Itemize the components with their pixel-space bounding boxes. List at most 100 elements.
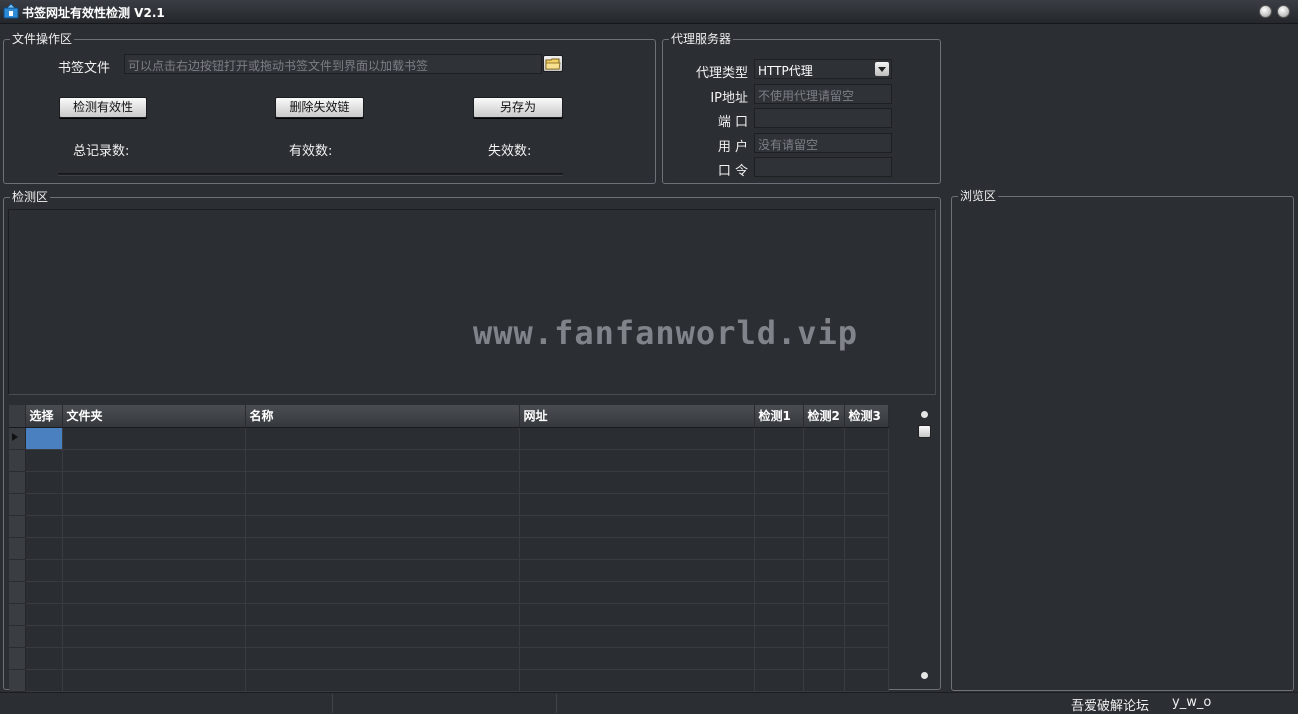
table-cell[interactable] <box>844 471 889 494</box>
title-bar[interactable]: 书签网址有效性检测 V2.1 <box>0 0 1298 24</box>
table-cell[interactable] <box>245 427 520 450</box>
ip-address-input[interactable]: 不使用代理请留空 <box>754 84 892 104</box>
table-row[interactable] <box>9 471 889 494</box>
scroll-down-icon[interactable] <box>921 672 928 679</box>
row-header[interactable] <box>9 559 26 582</box>
table-cell[interactable] <box>519 669 755 692</box>
table-cell[interactable] <box>844 603 889 626</box>
column-header-folder[interactable]: 文件夹 <box>62 405 246 428</box>
table-cell[interactable] <box>245 603 520 626</box>
table-row[interactable] <box>9 427 889 450</box>
row-header[interactable] <box>9 493 26 516</box>
table-cell[interactable] <box>519 647 755 670</box>
table-row[interactable] <box>9 669 889 692</box>
table-cell[interactable] <box>245 581 520 604</box>
table-cell[interactable] <box>844 493 889 516</box>
table-row[interactable] <box>9 449 889 472</box>
table-cell[interactable] <box>62 581 246 604</box>
table-cell[interactable] <box>25 471 63 494</box>
table-cell[interactable] <box>25 647 63 670</box>
table-cell[interactable] <box>844 537 889 560</box>
column-header-url[interactable]: 网址 <box>519 405 755 428</box>
user-input[interactable]: 没有请留空 <box>754 133 892 153</box>
table-cell[interactable] <box>245 537 520 560</box>
column-header-name[interactable]: 名称 <box>245 405 520 428</box>
table-cell[interactable] <box>844 515 889 538</box>
table-cell[interactable] <box>754 669 804 692</box>
table-row[interactable] <box>9 537 889 560</box>
minimize-button[interactable] <box>1259 5 1272 18</box>
row-header[interactable] <box>9 647 26 670</box>
table-cell[interactable] <box>245 493 520 516</box>
table-cell[interactable] <box>844 559 889 582</box>
table-cell[interactable] <box>519 559 755 582</box>
close-button[interactable] <box>1277 5 1290 18</box>
table-cell[interactable] <box>62 493 246 516</box>
table-cell[interactable] <box>25 515 63 538</box>
table-cell[interactable] <box>844 427 889 450</box>
table-cell[interactable] <box>25 669 63 692</box>
table-cell[interactable] <box>844 449 889 472</box>
table-cell[interactable] <box>519 625 755 648</box>
proxy-type-select[interactable]: HTTP代理 <box>754 59 892 79</box>
table-cell[interactable] <box>25 559 63 582</box>
results-table[interactable]: 选择 文件夹 名称 网址 检测1 检测2 检测3 <box>9 405 889 692</box>
table-cell[interactable] <box>25 537 63 560</box>
table-row[interactable] <box>9 559 889 582</box>
table-row[interactable] <box>9 603 889 626</box>
table-cell[interactable] <box>803 669 845 692</box>
password-input[interactable] <box>754 157 892 177</box>
scroll-thumb[interactable] <box>918 425 931 438</box>
table-cell[interactable] <box>245 669 520 692</box>
table-cell[interactable] <box>62 449 246 472</box>
table-cell[interactable] <box>754 537 804 560</box>
table-cell[interactable] <box>754 493 804 516</box>
table-cell[interactable] <box>25 603 63 626</box>
table-cell[interactable] <box>245 449 520 472</box>
table-cell[interactable] <box>754 427 804 450</box>
table-row[interactable] <box>9 493 889 516</box>
column-header-check3[interactable]: 检测3 <box>844 405 889 428</box>
table-cell[interactable] <box>62 669 246 692</box>
table-cell[interactable] <box>519 603 755 626</box>
row-header[interactable] <box>9 515 26 538</box>
table-cell[interactable] <box>803 625 845 648</box>
table-cell[interactable] <box>803 559 845 582</box>
table-cell[interactable] <box>519 515 755 538</box>
table-cell[interactable] <box>25 625 63 648</box>
table-row[interactable] <box>9 515 889 538</box>
table-cell[interactable] <box>803 493 845 516</box>
table-cell[interactable] <box>519 427 755 450</box>
table-cell[interactable] <box>25 427 63 450</box>
table-cell[interactable] <box>803 647 845 670</box>
table-cell[interactable] <box>245 471 520 494</box>
table-cell[interactable] <box>519 537 755 560</box>
table-cell[interactable] <box>803 449 845 472</box>
table-cell[interactable] <box>803 471 845 494</box>
table-cell[interactable] <box>62 471 246 494</box>
table-cell[interactable] <box>844 581 889 604</box>
row-header[interactable] <box>9 427 26 450</box>
bookmark-file-input[interactable]: 可以点击右边按钮打开或拖动书签文件到界面以加载书签 <box>124 54 542 74</box>
table-row[interactable] <box>9 581 889 604</box>
table-cell[interactable] <box>754 449 804 472</box>
table-cell[interactable] <box>519 493 755 516</box>
row-header[interactable] <box>9 669 26 692</box>
table-cell[interactable] <box>519 449 755 472</box>
row-header[interactable] <box>9 581 26 604</box>
row-header[interactable] <box>9 603 26 626</box>
table-cell[interactable] <box>754 471 804 494</box>
table-cell[interactable] <box>245 625 520 648</box>
column-header-select[interactable]: 选择 <box>25 405 63 428</box>
table-cell[interactable] <box>519 581 755 604</box>
row-header[interactable] <box>9 449 26 472</box>
table-cell[interactable] <box>803 537 845 560</box>
column-header-check1[interactable]: 检测1 <box>754 405 804 428</box>
vertical-scrollbar[interactable] <box>917 407 933 683</box>
row-header[interactable] <box>9 625 26 648</box>
check-validity-button[interactable]: 检测有效性 <box>59 97 147 118</box>
detection-log-area[interactable]: www.fanfanworld.vip <box>8 209 936 395</box>
table-cell[interactable] <box>844 669 889 692</box>
save-as-button[interactable]: 另存为 <box>473 97 563 118</box>
table-cell[interactable] <box>25 493 63 516</box>
